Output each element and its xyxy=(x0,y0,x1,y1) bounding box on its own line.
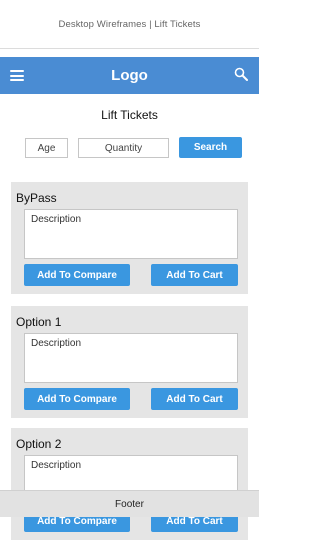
logo: Logo xyxy=(111,67,148,84)
search-icon[interactable] xyxy=(234,67,248,81)
description-box: Description xyxy=(24,209,238,259)
quantity-input[interactable] xyxy=(78,138,169,158)
option-card-option-2: Option 2 Description Add To Compare Add … xyxy=(11,428,248,540)
app-header: Logo xyxy=(0,57,259,94)
option-title: Option 1 xyxy=(16,315,62,329)
add-to-cart-button[interactable]: Add To Cart xyxy=(151,388,238,410)
description-box: Description xyxy=(24,333,238,383)
add-to-compare-button[interactable]: Add To Compare xyxy=(24,388,130,410)
wireframe-title: Desktop Wireframes | Lift Tickets xyxy=(58,18,201,30)
footer: Footer xyxy=(0,490,259,517)
option-card-option-1: Option 1 Description Add To Compare Add … xyxy=(11,306,248,418)
add-to-cart-button[interactable]: Add To Cart xyxy=(151,264,238,286)
page-title: Lift Tickets xyxy=(101,108,158,122)
footer-text: Footer xyxy=(115,498,144,510)
age-input[interactable] xyxy=(25,138,68,158)
top-bar: Desktop Wireframes | Lift Tickets xyxy=(0,0,259,49)
option-title: Option 2 xyxy=(16,437,62,451)
option-card-bypass: ByPass Description Add To Compare Add To… xyxy=(11,182,248,294)
add-to-compare-button[interactable]: Add To Compare xyxy=(24,264,130,286)
search-button[interactable]: Search xyxy=(179,137,242,158)
option-title: ByPass xyxy=(16,191,57,205)
